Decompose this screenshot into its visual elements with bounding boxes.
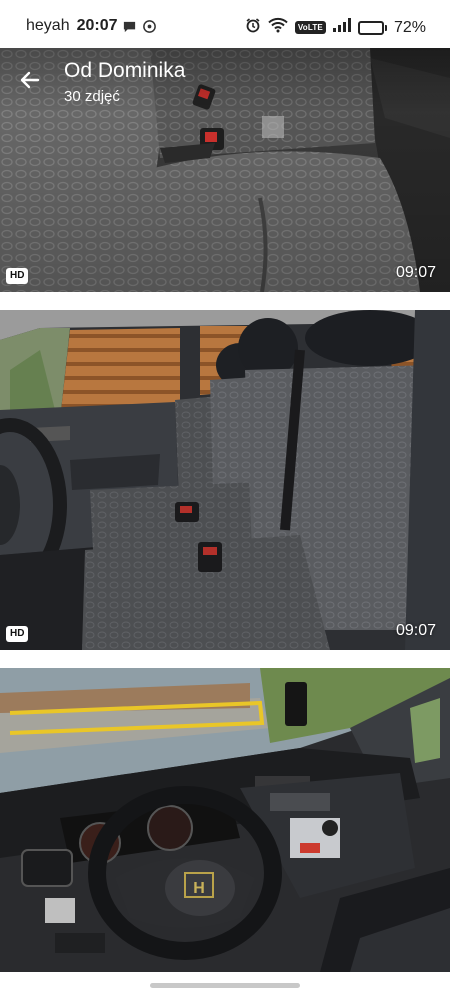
battery-icon	[357, 20, 387, 35]
album-title: Od Dominika	[64, 59, 186, 82]
front-seats-photo	[0, 310, 450, 650]
status-bar: heyah 20:07 VoLTE 72%	[0, 0, 450, 52]
photo-timestamp: 09:07	[395, 264, 436, 281]
clock: 20:07	[76, 17, 118, 34]
photo-timestamp: 09:07	[395, 622, 436, 639]
album-header: Od Dominika 30 zdjęć	[0, 48, 450, 114]
message-icon	[122, 18, 138, 34]
whatsapp-icon	[142, 18, 158, 34]
hd-badge: HD	[6, 268, 29, 284]
hd-badge: HD	[6, 626, 29, 642]
back-arrow-icon	[20, 71, 40, 89]
gesture-navigation-handle[interactable]	[150, 983, 300, 988]
signal-icon	[332, 18, 351, 37]
wifi-icon	[268, 17, 288, 38]
back-button[interactable]	[14, 64, 46, 96]
dashboard-photo: H	[0, 668, 450, 972]
photo-thumbnail-3[interactable]: H	[0, 668, 450, 972]
status-bar-right: VoLTE 72%	[245, 17, 426, 38]
alarm-icon	[245, 17, 261, 38]
battery-percent: 72%	[393, 18, 426, 36]
album-photo-count: 30 zdjęć	[64, 88, 120, 105]
carrier-label: heyah	[26, 17, 70, 34]
status-bar-left: heyah 20:07	[26, 17, 158, 35]
volte-badge: VoLTE	[294, 21, 326, 34]
photo-thumbnail-2[interactable]: HD 09:07	[0, 310, 450, 650]
steering-logo: H	[193, 880, 205, 897]
